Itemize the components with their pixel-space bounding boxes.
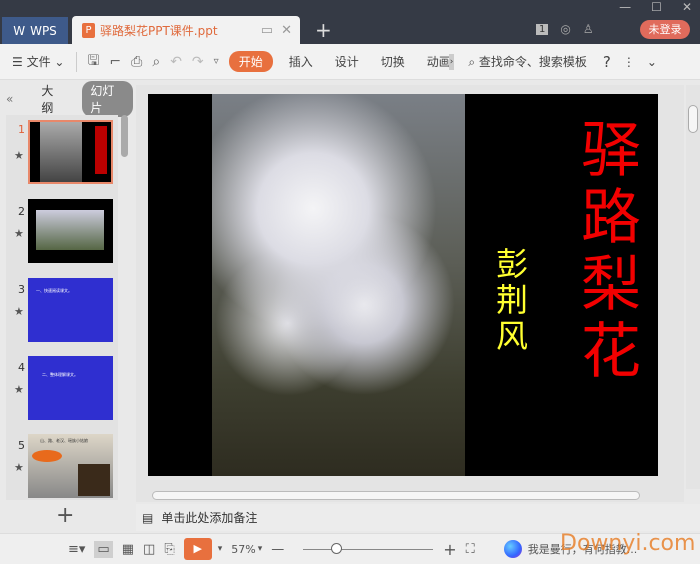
scroll-thumb[interactable] bbox=[152, 491, 640, 500]
thumb-text: 一、快速阅读课文。 bbox=[36, 288, 72, 293]
wps-logo-icon: W bbox=[13, 23, 26, 38]
file-menu[interactable]: ☰ 文件 ⌄ bbox=[12, 53, 64, 70]
thumb-callout bbox=[32, 450, 62, 462]
horizontal-scrollbar[interactable] bbox=[136, 489, 684, 502]
slide-thumbnail-5[interactable]: 山、路、老汉、瑶族小姑娘 bbox=[28, 434, 113, 498]
slide-thumbnail-3[interactable]: 一、快速阅读课文。 bbox=[28, 278, 113, 342]
star-icon[interactable]: ★ bbox=[14, 383, 24, 396]
presenter-tools-icon[interactable]: ⎘ bbox=[164, 542, 174, 557]
new-tab-button[interactable]: + bbox=[315, 18, 332, 42]
format-painter-icon[interactable]: ⌐ bbox=[109, 54, 121, 70]
redo-icon[interactable]: ↷ bbox=[192, 54, 204, 70]
tab-slides[interactable]: 幻灯片 bbox=[82, 81, 133, 117]
thumb-text: 二、整体理解课文。 bbox=[42, 372, 78, 377]
play-slideshow-button[interactable]: ▶ bbox=[183, 538, 212, 560]
shirt-icon[interactable]: ♙ bbox=[583, 22, 594, 36]
document-tab-title: 驿路梨花PPT课件.ppt bbox=[100, 23, 218, 38]
pear-blossom-photo bbox=[212, 94, 465, 476]
ppt-file-icon: P bbox=[82, 22, 95, 38]
notes-toggle-icon[interactable]: ≡▾ bbox=[68, 542, 85, 557]
toolbar: ☰ 文件 ⌄ 🖫 ⌐ ⎙ ⌕ ↶ ↷ ▿ 开始 插入 设计 切换 动画 › ⌕ … bbox=[0, 44, 700, 80]
reading-view-icon[interactable]: ◫ bbox=[143, 542, 155, 557]
slide-number: 3 bbox=[18, 283, 25, 296]
notes-area[interactable]: ▤ 单击此处添加备注 bbox=[136, 504, 700, 531]
star-icon[interactable]: ★ bbox=[14, 305, 24, 318]
window-float-icon[interactable]: ▭ bbox=[261, 23, 273, 38]
minimize-icon[interactable]: — bbox=[619, 0, 631, 14]
scroll-thumb[interactable] bbox=[688, 105, 698, 133]
login-button[interactable]: 未登录 bbox=[640, 20, 690, 39]
slide-thumbnail-1[interactable] bbox=[28, 120, 113, 184]
thumbnail-scrollbar[interactable] bbox=[121, 115, 128, 157]
tab-outline[interactable]: 大纲 bbox=[41, 82, 64, 116]
close-tab-icon[interactable]: ✕ bbox=[281, 23, 292, 38]
vertical-scrollbar[interactable] bbox=[686, 85, 700, 489]
slide-number: 2 bbox=[18, 205, 25, 218]
notes-placeholder: 单击此处添加备注 bbox=[161, 511, 258, 525]
print-preview-icon[interactable]: ⌕ bbox=[152, 54, 160, 70]
divider bbox=[76, 51, 78, 72]
search-label: 查找命令、搜索模板 bbox=[478, 55, 587, 69]
more-icon[interactable]: ⋮ bbox=[623, 55, 635, 69]
undo-icon[interactable]: ↶ bbox=[170, 54, 182, 70]
fit-window-icon[interactable]: ⛶ bbox=[466, 542, 475, 557]
tab-insert[interactable]: 插入 bbox=[289, 53, 313, 70]
thumb-photo bbox=[40, 122, 82, 182]
help-icon[interactable]: ? bbox=[603, 53, 611, 71]
star-icon[interactable]: ★ bbox=[14, 227, 24, 240]
save-icon[interactable]: 🖫 bbox=[87, 50, 99, 74]
tab-transition[interactable]: 切换 bbox=[381, 53, 405, 70]
close-window-icon[interactable]: ✕ bbox=[682, 0, 692, 14]
thumb-title-mark bbox=[95, 126, 107, 174]
quick-access-dropdown-icon[interactable]: ▿ bbox=[214, 56, 219, 67]
slide-title[interactable]: 驿路梨花 bbox=[576, 118, 646, 386]
normal-view-icon[interactable]: ▭ bbox=[94, 540, 113, 558]
slide-thumbnail-2[interactable] bbox=[28, 199, 113, 263]
notes-icon: ▤ bbox=[142, 510, 154, 525]
ribbon-scroll-right[interactable]: › bbox=[448, 53, 455, 70]
star-icon[interactable]: ★ bbox=[14, 461, 24, 474]
star-icon[interactable]: ★ bbox=[14, 149, 24, 162]
slide-number: 5 bbox=[18, 439, 25, 452]
thumb-photo bbox=[36, 210, 104, 250]
document-tab[interactable]: P 驿路梨花PPT课件.ppt ▭ ✕ bbox=[72, 16, 300, 44]
add-slide-button[interactable]: + bbox=[56, 503, 74, 528]
file-label: 文件 bbox=[26, 55, 51, 69]
maximize-icon[interactable]: ☐ bbox=[651, 0, 662, 14]
print-icon[interactable]: ⎙ bbox=[131, 54, 142, 70]
slide-thumbnail-4[interactable]: 二、整体理解课文。 bbox=[28, 356, 113, 420]
slide-number: 4 bbox=[18, 361, 25, 374]
wps-label: WPS bbox=[30, 23, 57, 38]
slider-knob[interactable] bbox=[331, 543, 343, 554]
title-bar: W WPS P 驿路梨花PPT课件.ppt ▭ ✕ + 1 ◎ ♙ 未登录 — ☐ ✕ bbox=[0, 0, 700, 44]
play-options-icon[interactable]: ▾ bbox=[218, 544, 223, 554]
slide-sorter-icon[interactable]: ▦ bbox=[122, 542, 134, 557]
slide-author[interactable]: 彭荆风 bbox=[492, 246, 532, 354]
zoom-in-button[interactable]: + bbox=[443, 540, 456, 559]
tab-start[interactable]: 开始 bbox=[228, 51, 273, 72]
tab-design[interactable]: 设计 bbox=[335, 53, 359, 70]
window-count-badge[interactable]: 1 bbox=[536, 23, 549, 35]
zoom-slider[interactable] bbox=[303, 543, 434, 555]
tab-animation[interactable]: 动画 bbox=[427, 53, 449, 70]
command-search[interactable]: ⌕ 查找命令、搜索模板 bbox=[468, 53, 587, 70]
current-slide[interactable]: 彭荆风 驿路梨花 bbox=[148, 94, 658, 476]
thumb-hut-image bbox=[78, 464, 110, 496]
zoom-out-button[interactable]: — bbox=[271, 542, 284, 557]
collapse-ribbon-icon[interactable]: ⌄ bbox=[647, 55, 657, 69]
zoom-dropdown-icon[interactable]: ▾ bbox=[258, 544, 263, 554]
thumb-text: 山、路、老汉、瑶族小姑娘 bbox=[40, 438, 88, 443]
slide-panel: « 大纲 幻灯片 1 ★ 2 ★ 3 ★ 一、快速阅读课文。 4 ★ 二、整体理… bbox=[0, 81, 133, 531]
collapse-panel-icon[interactable]: « bbox=[6, 92, 13, 106]
slide-thumbnails: 1 ★ 2 ★ 3 ★ 一、快速阅读课文。 4 ★ 二、整体理解课文。 5 ★ … bbox=[6, 115, 118, 500]
zoom-level[interactable]: 57% bbox=[231, 543, 255, 556]
assistant-orb-icon[interactable] bbox=[503, 540, 522, 558]
watermark: Downyi.com bbox=[560, 531, 696, 556]
slider-track bbox=[303, 549, 434, 550]
skin-icon[interactable]: ◎ bbox=[560, 22, 570, 36]
slide-number: 1 bbox=[18, 123, 25, 136]
wps-home-tab[interactable]: W WPS bbox=[2, 17, 68, 44]
